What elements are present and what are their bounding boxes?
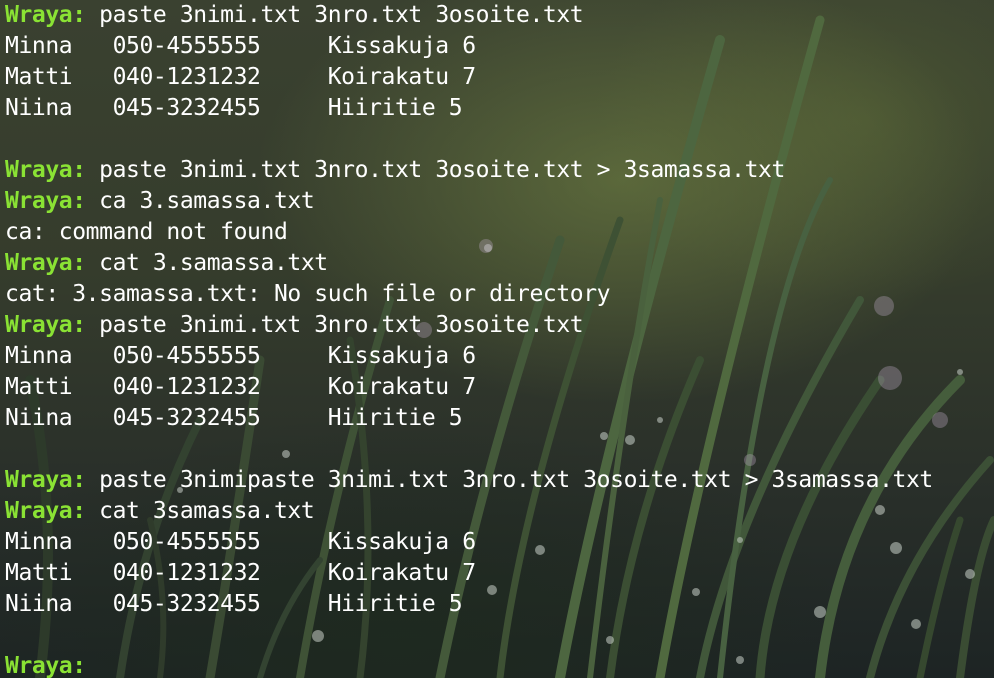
command-text: paste 3nimi.txt 3nro.txt 3osoite.txt > 3… <box>85 157 785 183</box>
output-line: Matti 040-1231232 Koirakatu 7 <box>5 64 476 90</box>
command-line: Wraya: cat 3.samassa.txt <box>5 248 994 279</box>
output-line: Minna 050-4555555 Kissakuja 6 <box>5 343 476 369</box>
output-line: Minna 050-4555555 Kissakuja 6 <box>5 33 476 59</box>
command-line: Wraya: paste 3nimi.txt 3nro.txt 3osoite.… <box>5 0 994 31</box>
command-text: cat 3samassa.txt <box>85 498 315 524</box>
command-line: Wraya: <box>5 651 994 678</box>
command-text: cat 3.samassa.txt <box>85 250 328 276</box>
command-text: paste 3nimi.txt 3nro.txt 3osoite.txt <box>85 2 584 28</box>
output-line: cat: 3.samassa.txt: No such file or dire… <box>5 281 611 307</box>
output-line: Matti 040-1231232 Koirakatu 7 <box>5 560 476 586</box>
shell-prompt: Wraya: <box>5 2 86 28</box>
command-line: Wraya: paste 3nimi.txt 3nro.txt 3osoite.… <box>5 310 994 341</box>
shell-prompt: Wraya: <box>5 312 86 338</box>
command-line: Wraya: paste 3nimipaste 3nimi.txt 3nro.t… <box>5 465 994 496</box>
output-line: Niina 045-3232455 Hiiritie 5 <box>5 591 463 617</box>
output-line: Matti 040-1231232 Koirakatu 7 <box>5 374 476 400</box>
shell-prompt: Wraya: <box>5 157 86 183</box>
output-line: Minna 050-4555555 Kissakuja 6 <box>5 529 476 555</box>
command-text: paste 3nimi.txt 3nro.txt 3osoite.txt <box>85 312 584 338</box>
shell-prompt: Wraya: <box>5 498 86 524</box>
terminal-window[interactable]: Wraya: paste 3nimi.txt 3nro.txt 3osoite.… <box>0 0 994 678</box>
command-line: Wraya: paste 3nimi.txt 3nro.txt 3osoite.… <box>5 155 994 186</box>
output-line: Niina 045-3232455 Hiiritie 5 <box>5 405 463 431</box>
output-line: ca: command not found <box>5 219 288 245</box>
command-line: Wraya: ca 3.samassa.txt <box>5 186 994 217</box>
shell-prompt: Wraya: <box>5 653 86 678</box>
command-text: paste 3nimipaste 3nimi.txt 3nro.txt 3oso… <box>85 467 933 493</box>
output-line: Niina 045-3232455 Hiiritie 5 <box>5 95 463 121</box>
terminal-output[interactable]: Wraya: paste 3nimi.txt 3nro.txt 3osoite.… <box>5 0 994 678</box>
shell-prompt: Wraya: <box>5 250 86 276</box>
shell-prompt: Wraya: <box>5 467 86 493</box>
command-line: Wraya: cat 3samassa.txt <box>5 496 994 527</box>
command-text: ca 3.samassa.txt <box>85 188 315 214</box>
shell-prompt: Wraya: <box>5 188 86 214</box>
